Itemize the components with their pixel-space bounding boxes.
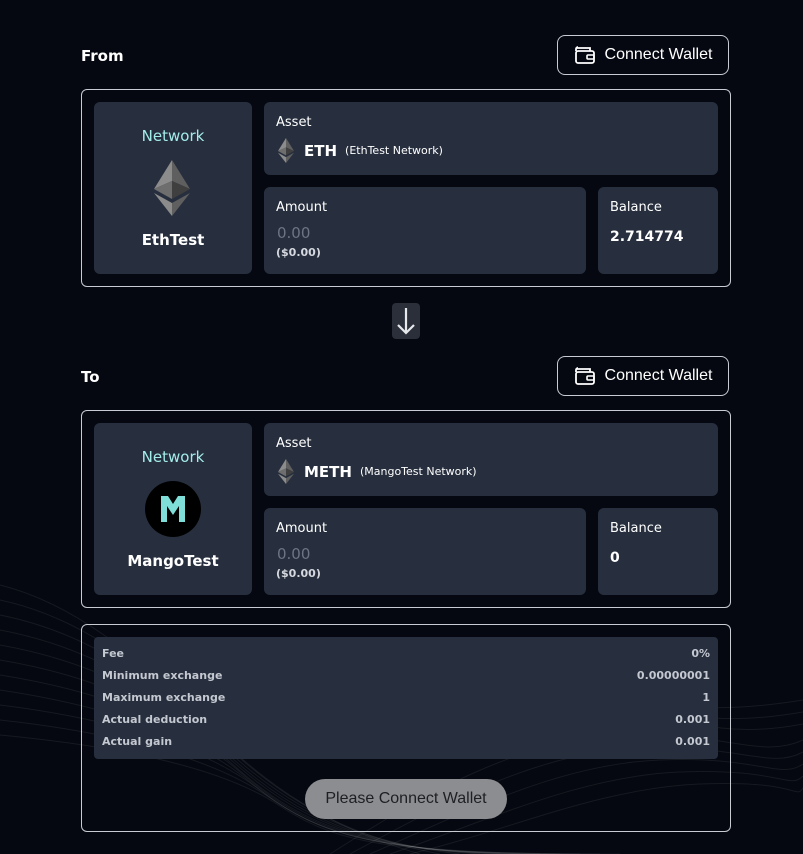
swap-direction-button[interactable]	[392, 303, 420, 339]
to-amount-input[interactable]	[277, 544, 397, 564]
to-asset-label: Asset	[276, 436, 312, 451]
from-connect-wallet-button[interactable]: Connect Wallet	[557, 35, 729, 75]
from-label: From	[81, 47, 124, 65]
detail-row-minimum-exchange: Minimum exchange 0.00000001	[102, 666, 710, 684]
from-connect-wallet-label: Connect Wallet	[604, 46, 713, 63]
detail-value: 1	[702, 690, 710, 704]
detail-value: 0%	[691, 646, 710, 660]
detail-label: Actual gain	[102, 734, 173, 748]
to-asset-symbol: METH	[304, 462, 352, 481]
to-network-title: Network	[141, 448, 205, 466]
from-asset-label: Asset	[276, 115, 312, 130]
detail-value: 0.001	[675, 712, 710, 726]
detail-label: Minimum exchange	[102, 668, 223, 682]
to-label: To	[81, 368, 100, 386]
from-asset-row: ETH (EthTest Network)	[278, 138, 443, 163]
detail-label: Actual deduction	[102, 712, 208, 726]
ethereum-icon	[154, 160, 190, 216]
to-connect-wallet-label: Connect Wallet	[604, 367, 713, 384]
wallet-icon	[574, 367, 595, 385]
arrow-down-icon	[397, 308, 415, 335]
eth-token-icon	[278, 459, 294, 484]
detail-row-actual-deduction: Actual deduction 0.001	[102, 710, 710, 728]
to-amount-label: Amount	[276, 521, 328, 536]
to-asset-tile[interactable]: Asset METH (MangoTest Network)	[264, 423, 718, 496]
mango-logo	[145, 481, 201, 537]
from-network-title: Network	[141, 127, 205, 145]
detail-row-fee: Fee 0%	[102, 644, 710, 662]
to-balance-label: Balance	[610, 521, 662, 536]
detail-value: 0.001	[675, 734, 710, 748]
from-balance-tile: Balance 2.714774	[598, 187, 718, 274]
from-asset-symbol: ETH	[304, 141, 338, 160]
from-amount-label: Amount	[276, 200, 328, 215]
to-balance-tile: Balance 0	[598, 508, 718, 595]
to-network-tile[interactable]: Network MangoTest	[94, 423, 252, 595]
wallet-icon	[574, 46, 595, 64]
to-connect-wallet-button[interactable]: Connect Wallet	[557, 356, 729, 396]
from-amount-tile: Amount ($0.00)	[264, 187, 586, 274]
details-card: Fee 0% Minimum exchange 0.00000001 Maxim…	[81, 624, 731, 832]
from-asset-network: (EthTest Network)	[345, 144, 443, 157]
to-amount-usd: ($0.00)	[276, 567, 321, 580]
from-amount-input[interactable]	[277, 223, 397, 243]
detail-label: Fee	[102, 646, 124, 660]
to-amount-tile: Amount ($0.00)	[264, 508, 586, 595]
from-network-name: EthTest	[141, 231, 205, 249]
to-card: Network MangoTest Asset METH (MangoTest …	[81, 410, 731, 608]
from-network-tile[interactable]: Network EthTest	[94, 102, 252, 274]
from-balance-value: 2.714774	[610, 229, 684, 245]
detail-row-maximum-exchange: Maximum exchange 1	[102, 688, 710, 706]
fee-details-panel: Fee 0% Minimum exchange 0.00000001 Maxim…	[94, 637, 718, 759]
eth-token-icon	[278, 138, 294, 163]
to-balance-value: 0	[610, 550, 620, 566]
from-amount-usd: ($0.00)	[276, 246, 321, 259]
from-card: Network EthTest Asset ETH (EthTest Netwo…	[81, 89, 731, 287]
please-connect-wallet-button[interactable]: Please Connect Wallet	[305, 779, 507, 819]
detail-row-actual-gain: Actual gain 0.001	[102, 732, 710, 750]
detail-label: Maximum exchange	[102, 690, 226, 704]
to-asset-network: (MangoTest Network)	[359, 465, 477, 478]
from-balance-label: Balance	[610, 200, 662, 215]
to-asset-row: METH (MangoTest Network)	[278, 459, 477, 484]
to-network-name: MangoTest	[127, 552, 219, 570]
from-asset-tile[interactable]: Asset ETH (EthTest Network)	[264, 102, 718, 175]
detail-value: 0.00000001	[636, 668, 710, 682]
